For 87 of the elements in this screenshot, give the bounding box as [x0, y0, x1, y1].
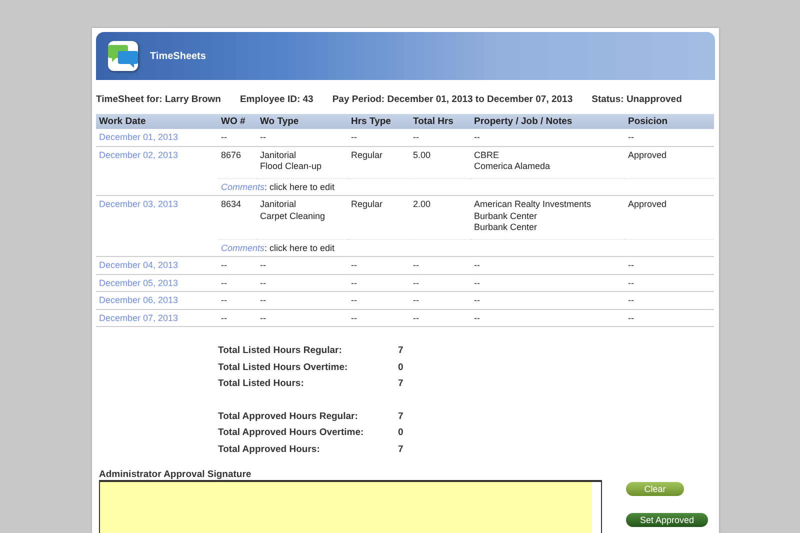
- table-cell-text: Flood Clean-up: [260, 161, 323, 172]
- table-cell-text: 5.00: [413, 150, 432, 161]
- table-cell-text: --: [351, 132, 358, 144]
- table-cell-text: --: [221, 278, 228, 289]
- table-cell-text: Approved: [628, 150, 668, 161]
- table-cell-text: --: [351, 278, 358, 289]
- column-header: Wo Type: [257, 114, 348, 129]
- chat-bubbles-icon: [108, 41, 138, 71]
- table-cell-text: --: [260, 295, 267, 306]
- table-cell-text: 8676: [221, 150, 242, 161]
- table-cell-text: --: [351, 295, 358, 306]
- table-cell-text: --: [474, 278, 481, 289]
- info-text: TimeSheet for: Larry Brown: [96, 94, 221, 107]
- signature-pad[interactable]: [99, 480, 602, 533]
- table-cell-text: --: [628, 278, 635, 289]
- table-cell-text: --: [474, 132, 481, 144]
- table-cell-text: --: [260, 278, 267, 289]
- date-link[interactable]: December 06, 2013: [99, 295, 178, 305]
- total-value: 0: [398, 427, 404, 440]
- date-link[interactable]: December 02, 2013: [99, 150, 178, 160]
- total-value: 7: [398, 378, 404, 391]
- table-cell-text: --: [628, 260, 635, 272]
- total-label: Total Approved Hours Overtime:: [218, 427, 365, 440]
- table-cell-text: --: [413, 132, 420, 144]
- table-cell-text: 8634: [221, 199, 242, 210]
- total-value: 0: [398, 362, 404, 374]
- table-cell-text: 2.00: [413, 199, 432, 210]
- table-cell-text: --: [413, 260, 420, 272]
- comments-link[interactable]: Comments: [221, 242, 265, 252]
- total-label: Total Listed Hours:: [218, 378, 305, 391]
- table-cell-text: --: [221, 295, 228, 306]
- total-label: Total Listed Hours Regular:: [218, 345, 343, 358]
- table-cell-text: --: [628, 295, 635, 306]
- total-label: Total Approved Hours:: [218, 444, 321, 456]
- table-cell-text: --: [351, 260, 358, 272]
- comments-link[interactable]: Comments: [221, 182, 265, 192]
- table-cell-text: --: [628, 312, 635, 324]
- table-cell-text: --: [221, 260, 228, 272]
- table-cell-text: --: [260, 260, 267, 272]
- table-cell-text: --: [260, 312, 267, 324]
- total-value: 7: [398, 444, 404, 456]
- column-header: Work Date: [96, 114, 218, 129]
- table-cell-text: --: [413, 312, 420, 324]
- info-text: Employee ID: 43: [240, 94, 314, 107]
- date-link[interactable]: December 05, 2013: [99, 278, 178, 288]
- total-value: 7: [398, 345, 404, 358]
- table-cell-text: --: [474, 295, 481, 306]
- table-cell-text: --: [413, 278, 420, 289]
- table-cell-text: --: [474, 260, 481, 272]
- column-header: WO #: [218, 114, 257, 129]
- table-cell-text: Approved: [628, 199, 668, 210]
- info-text: Pay Period: December 01, 2013 to December 07, 2013: [332, 94, 573, 107]
- table-cell-text: Carpet Cleaning: [260, 210, 326, 222]
- column-header: Hrs Type: [348, 114, 410, 129]
- table-cell-text: --: [413, 295, 420, 306]
- column-header: Posicion: [625, 114, 714, 129]
- total-label: Total Listed Hours Overtime:: [218, 362, 349, 374]
- date-link[interactable]: December 07, 2013: [99, 312, 178, 322]
- table-cell-text: Burbank Center: [474, 222, 538, 234]
- table-cell-text: --: [474, 312, 481, 324]
- comment-text: : click here to edit: [264, 182, 335, 192]
- date-link[interactable]: December 03, 2013: [99, 199, 178, 209]
- clear-button[interactable]: Clear: [626, 482, 684, 496]
- table-cell-text: Comerica Alameda: [474, 161, 552, 172]
- table-cell-text: Regular: [351, 150, 384, 161]
- table-cell-text: --: [260, 132, 267, 144]
- total-value: 7: [398, 410, 404, 424]
- column-header: Total Hrs: [410, 114, 471, 129]
- table-cell-text: --: [221, 132, 228, 144]
- info-text: Status: Unapproved: [592, 94, 682, 107]
- table-cell-text: --: [221, 312, 228, 324]
- column-header: Property / Job / Notes: [471, 114, 625, 129]
- date-link[interactable]: December 04, 2013: [99, 260, 178, 270]
- table-cell-text: CBRE: [474, 150, 500, 161]
- table-cell-text: --: [351, 312, 358, 324]
- table-cell-text: Regular: [351, 199, 384, 210]
- app-title: TimeSheets: [150, 50, 206, 62]
- table-cell-text: Janitorial: [260, 199, 298, 210]
- table-cell-text: --: [628, 132, 635, 144]
- table-cell-text: Burbank Center: [474, 210, 538, 222]
- table-cell-text: American Realty Investments: [474, 199, 592, 210]
- signature-label: Administrator Approval Signature: [98, 469, 252, 480]
- table-cell-text: Janitorial: [260, 150, 298, 161]
- date-link[interactable]: December 01, 2013: [99, 132, 178, 142]
- comment-text: : click here to edit: [264, 242, 335, 252]
- total-label: Total Approved Hours Regular:: [218, 410, 359, 424]
- set-approved-button[interactable]: Set Approved: [626, 513, 708, 527]
